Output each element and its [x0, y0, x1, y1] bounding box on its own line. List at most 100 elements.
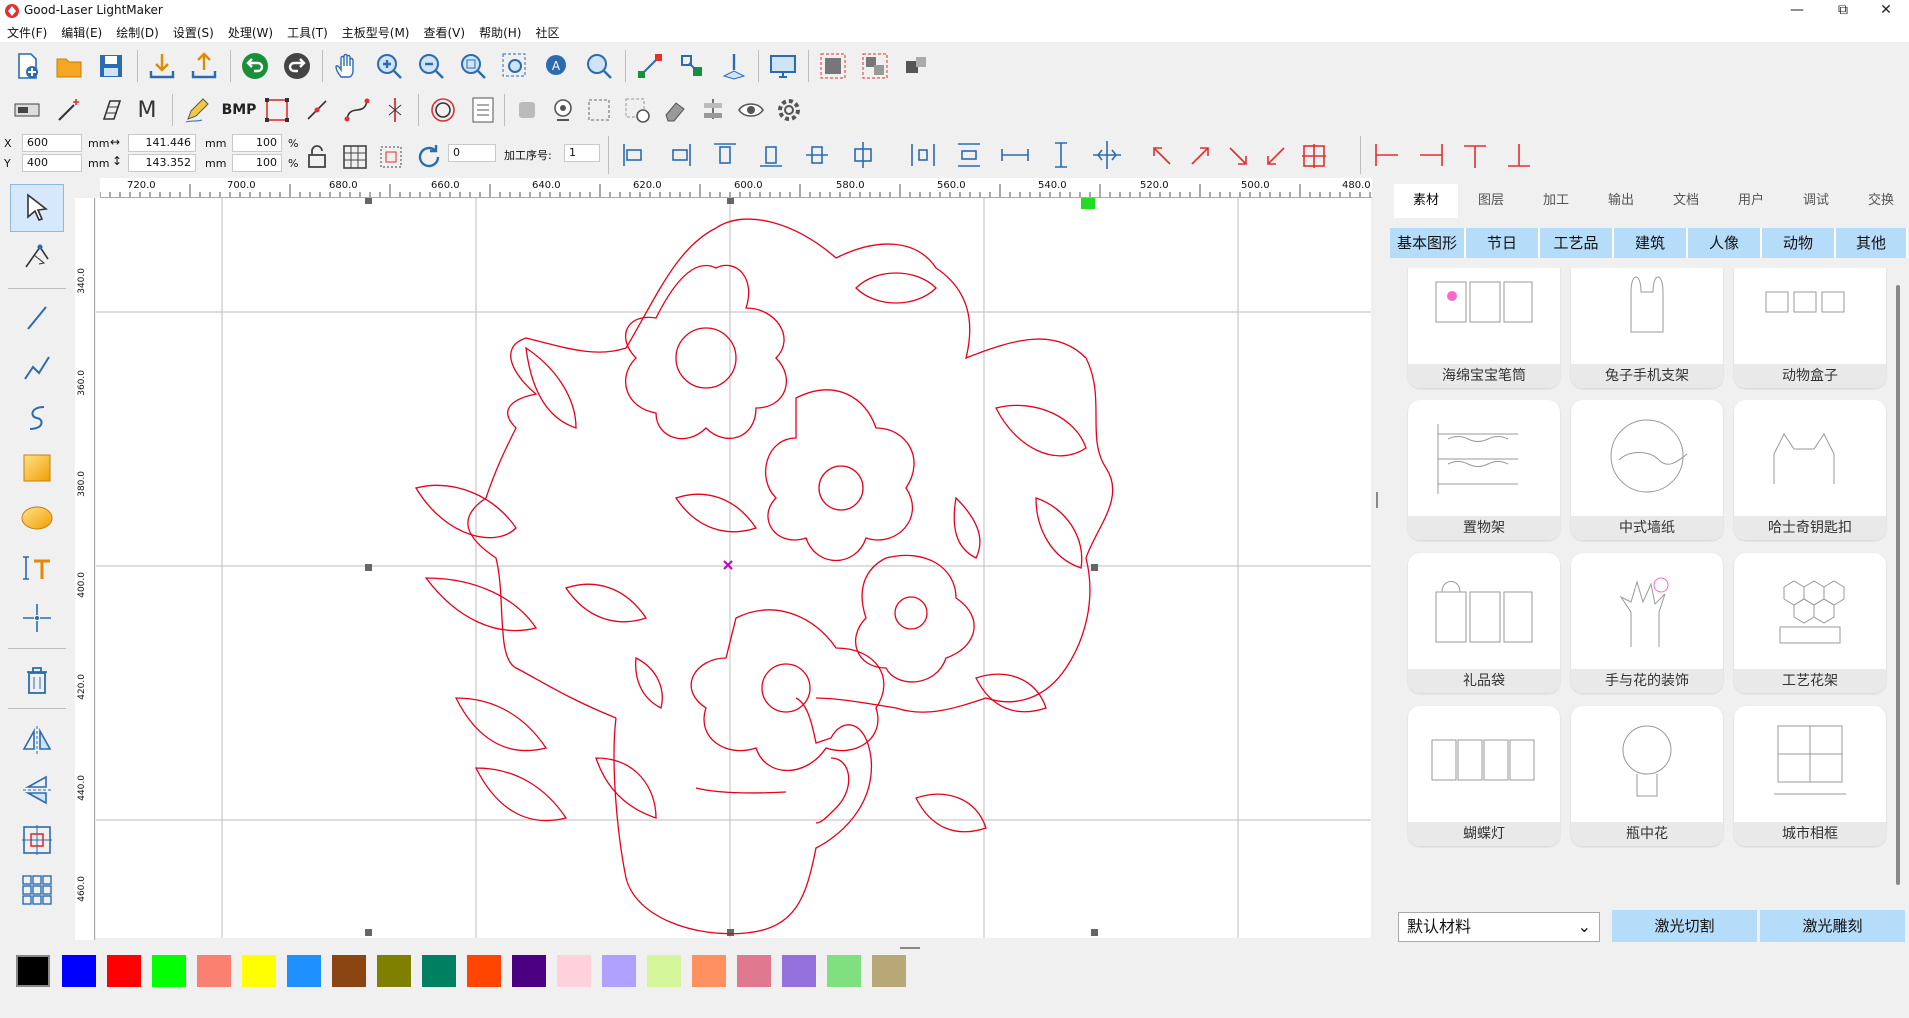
zoom-out-button[interactable]: [412, 47, 450, 85]
array-button[interactable]: [694, 91, 732, 129]
pan-button[interactable]: [328, 47, 366, 85]
color-swatch[interactable]: [827, 955, 861, 987]
color-swatch[interactable]: [197, 955, 231, 987]
category-other[interactable]: 其他: [1836, 228, 1908, 258]
break-path-button[interactable]: [376, 91, 414, 129]
rotate-input[interactable]: 0: [448, 144, 496, 162]
menu-edit[interactable]: 编辑(E): [54, 22, 109, 42]
laser-engrave-button[interactable]: 激光雕刻: [1760, 910, 1905, 942]
disabled-tool-1[interactable]: [508, 91, 546, 129]
material-card[interactable]: 哈士奇钥匙扣: [1734, 400, 1886, 540]
import-button[interactable]: [143, 47, 181, 85]
menu-community[interactable]: 社区: [528, 22, 566, 42]
point-tool[interactable]: [10, 594, 64, 642]
new-file-button[interactable]: [8, 47, 46, 85]
color-swatch[interactable]: [647, 955, 681, 987]
redo-button[interactable]: [278, 47, 316, 85]
tab-layers[interactable]: 图层: [1459, 184, 1523, 218]
zoom-selection-button[interactable]: [496, 47, 534, 85]
color-swatch[interactable]: [242, 955, 276, 987]
y-input[interactable]: 400: [22, 154, 82, 172]
ellipse-tool[interactable]: [10, 494, 64, 542]
design-canvas[interactable]: [96, 198, 1371, 938]
minimize-button[interactable]: —: [1774, 0, 1820, 22]
menu-file[interactable]: 文件(F): [0, 22, 54, 42]
tab-debug[interactable]: 调试: [1784, 184, 1848, 218]
preview-button[interactable]: [764, 47, 802, 85]
zoom-fit-button[interactable]: [454, 47, 492, 85]
close-button[interactable]: ✕: [1863, 0, 1909, 22]
tab-user[interactable]: 用户: [1719, 184, 1783, 218]
color-swatch[interactable]: [557, 955, 591, 987]
tab-document[interactable]: 文档: [1654, 184, 1718, 218]
color-swatch[interactable]: [332, 955, 366, 987]
color-swatch[interactable]: [62, 955, 96, 987]
laser-cut-button[interactable]: 激光切割: [1612, 910, 1757, 942]
undo-button[interactable]: [236, 47, 274, 85]
laser-position-button[interactable]: [715, 47, 753, 85]
menu-tools[interactable]: 工具(T): [280, 22, 335, 42]
path-order-button[interactable]: [631, 47, 669, 85]
rotate-button[interactable]: [412, 140, 446, 174]
scale-x-input[interactable]: 100: [232, 134, 282, 152]
eraser-tool-button[interactable]: [656, 91, 694, 129]
category-festival[interactable]: 节日: [1466, 228, 1540, 258]
zoom-all-button[interactable]: [580, 47, 618, 85]
material-card[interactable]: 瓶中花: [1571, 706, 1723, 846]
color-swatch[interactable]: [377, 955, 411, 987]
gear-button[interactable]: [770, 91, 808, 129]
zoom-in-button[interactable]: [370, 47, 408, 85]
array-tool[interactable]: [10, 866, 64, 914]
material-card[interactable]: 蝴蝶灯: [1408, 706, 1560, 846]
delete-tool[interactable]: [10, 656, 64, 704]
flower-vase-drawing[interactable]: [414, 218, 1114, 935]
panel-scrollbar[interactable]: [1896, 285, 1900, 885]
tab-output[interactable]: 输出: [1589, 184, 1653, 218]
splitter[interactable]: [1373, 198, 1381, 938]
polyline-tool[interactable]: [10, 344, 64, 392]
device-button[interactable]: [8, 91, 46, 129]
color-swatch[interactable]: [152, 955, 186, 987]
ungroup-button[interactable]: [856, 47, 894, 85]
preview-eye-button[interactable]: [732, 91, 770, 129]
center-align-tool[interactable]: [10, 816, 64, 864]
select-tool[interactable]: [10, 184, 64, 232]
edit-line-button[interactable]: [298, 91, 336, 129]
width-input[interactable]: 141.446: [128, 134, 196, 152]
checklist-button[interactable]: [464, 91, 502, 129]
line-tool[interactable]: [10, 294, 64, 342]
material-card[interactable]: 动物盒子: [1734, 268, 1886, 388]
mirror-h-tool[interactable]: [10, 716, 64, 764]
settings-frame-button[interactable]: [618, 91, 656, 129]
tab-process[interactable]: 加工: [1524, 184, 1588, 218]
menu-settings[interactable]: 设置(S): [166, 22, 221, 42]
tab-material[interactable]: 素材: [1394, 184, 1458, 218]
text-tool[interactable]: [10, 544, 64, 592]
color-swatch[interactable]: [107, 955, 141, 987]
camera-button[interactable]: [544, 91, 582, 129]
category-crafts[interactable]: 工艺品: [1540, 228, 1614, 258]
zoom-page-button[interactable]: A: [538, 47, 576, 85]
menu-process[interactable]: 处理(W): [221, 22, 280, 42]
tab-exchange[interactable]: 交换: [1849, 184, 1909, 218]
scale-y-input[interactable]: 100: [232, 154, 282, 172]
mirror-v-tool[interactable]: [10, 766, 64, 814]
color-swatch[interactable]: [467, 955, 501, 987]
category-animal[interactable]: 动物: [1762, 228, 1836, 258]
category-portrait[interactable]: 人像: [1688, 228, 1762, 258]
material-card[interactable]: 城市相框: [1734, 706, 1886, 846]
material-card[interactable]: 礼品袋: [1408, 553, 1560, 693]
text-m-button[interactable]: M: [128, 91, 166, 129]
selection-handles[interactable]: [365, 198, 1098, 936]
color-swatch[interactable]: [422, 955, 456, 987]
material-card[interactable]: 海绵宝宝笔筒: [1408, 268, 1560, 388]
menu-draw[interactable]: 绘制(D): [109, 22, 166, 42]
offset-button[interactable]: [424, 91, 462, 129]
node-edit-tool[interactable]: [10, 234, 64, 282]
material-card[interactable]: 置物架: [1408, 400, 1560, 540]
order-input[interactable]: 1: [564, 144, 600, 162]
material-card[interactable]: 中式墙纸: [1571, 400, 1723, 540]
save-button[interactable]: [92, 47, 130, 85]
color-swatch[interactable]: [287, 955, 321, 987]
lock-ratio-button[interactable]: [300, 140, 334, 174]
